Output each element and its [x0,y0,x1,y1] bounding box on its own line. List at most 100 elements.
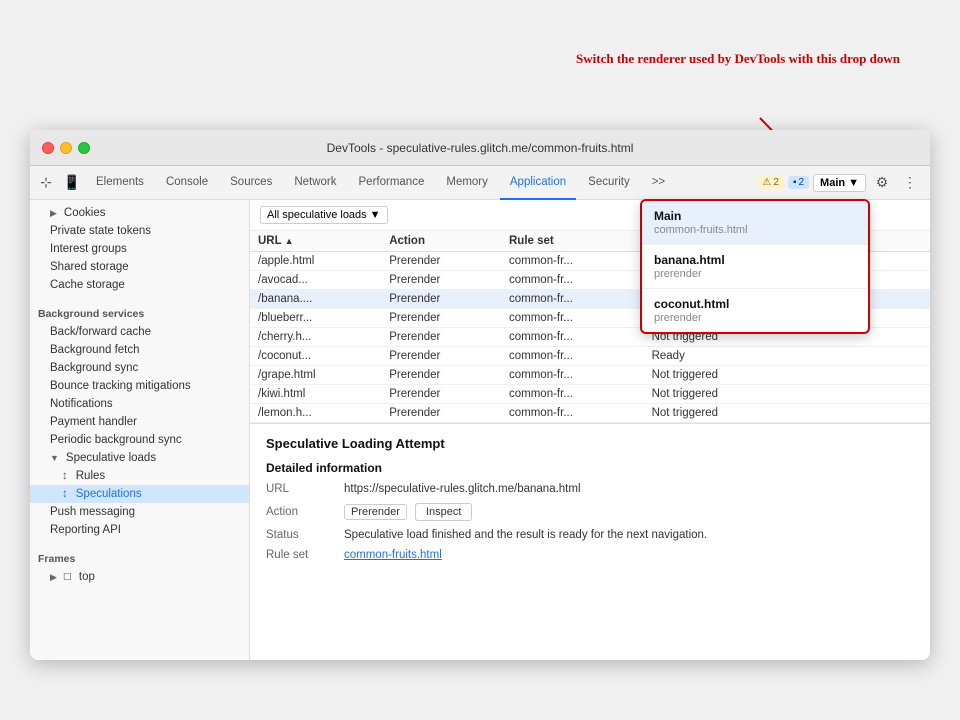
sidebar-item-notifications[interactable]: Notifications [30,395,249,413]
inspect-icon[interactable]: 📱 [60,171,84,195]
cell-action: Prerender [381,347,501,366]
sidebar-item-bg-fetch[interactable]: Background fetch [30,341,249,359]
sidebar-item-label: Background fetch [50,344,140,356]
action-value: Prerender [344,504,407,520]
sidebar-item-label: Speculative loads [66,452,156,464]
cell-action: Prerender [381,385,501,404]
tab-security[interactable]: Security [578,166,640,200]
table-row[interactable]: /coconut...Prerendercommon-fr...Ready [250,347,930,366]
sidebar-item-top-frame[interactable]: ▶ □ top [30,568,249,586]
sidebar-item-label: Reporting API [50,524,121,536]
sidebar-item-label: Cache storage [50,279,125,291]
error-badge[interactable]: ▪ 2 [788,176,809,189]
tab-sources[interactable]: Sources [220,166,282,200]
url-value: https://speculative-rules.glitch.me/bana… [344,483,581,495]
table-row[interactable]: /grape.htmlPrerendercommon-fr...Not trig… [250,366,930,385]
expand-arrow-icon: ▶ [50,208,57,219]
table-row[interactable]: /kiwi.htmlPrerendercommon-fr...Not trigg… [250,385,930,404]
settings-icon[interactable]: ⚙ [870,171,894,195]
sidebar-item-interest-groups[interactable]: Interest groups [30,240,249,258]
cell-status: Not triggered [644,404,930,423]
sidebar-item-payment-handler[interactable]: Payment handler [30,413,249,431]
window-title: DevTools - speculative-rules.glitch.me/c… [327,141,634,155]
sidebar-item-private-state-tokens[interactable]: Private state tokens [30,222,249,240]
sidebar-item-label: Back/forward cache [50,326,151,338]
renderer-dropdown[interactable]: Main ▼ [813,174,866,192]
speculations-icon: ↕ [62,488,68,500]
cell-status: Ready [644,347,930,366]
table-row[interactable]: /lemon.h...Prerendercommon-fr...Not trig… [250,404,930,423]
warning-badge[interactable]: ⚠ 2 [757,176,784,189]
detail-title: Speculative Loading Attempt [266,436,914,451]
sidebar-item-periodic-bg-sync[interactable]: Periodic background sync [30,431,249,449]
detail-row-url: URL https://speculative-rules.glitch.me/… [266,483,914,495]
tab-application[interactable]: Application [500,166,576,200]
renderer-popup-subtitle: common-fruits.html [654,224,856,236]
renderer-popup-item-main[interactable]: Main common-fruits.html [642,201,868,245]
sidebar-item-cookies[interactable]: ▶ Cookies [30,204,249,222]
cell-url: /grape.html [250,366,381,385]
sidebar: ▶ Cookies Private state tokens Interest … [30,200,250,660]
cursor-icon[interactable]: ⊹ [34,171,58,195]
cell-action: Prerender [381,404,501,423]
cell-action: Prerender [381,271,501,290]
browser-window: DevTools - speculative-rules.glitch.me/c… [30,130,930,660]
renderer-popup-item-banana[interactable]: banana.html prerender [642,245,868,289]
cell-action: Prerender [381,252,501,271]
cell-ruleset: common-fr... [501,309,644,328]
renderer-popup: Main common-fruits.html banana.html prer… [640,199,870,334]
detail-row-status: Status Speculative load finished and the… [266,529,914,541]
status-label: Status [266,529,336,541]
renderer-popup-item-coconut[interactable]: coconut.html prerender [642,289,868,332]
close-button[interactable] [42,142,54,154]
sidebar-item-label: Rules [76,470,105,482]
tab-memory[interactable]: Memory [436,166,498,200]
error-count: 2 [798,177,804,188]
sidebar-item-reporting-api[interactable]: Reporting API [30,521,249,539]
minimize-button[interactable] [60,142,72,154]
col-url[interactable]: URL ▲ [250,231,381,252]
background-services-section: Background services Back/forward cache B… [30,298,249,543]
maximize-button[interactable] [78,142,90,154]
sidebar-item-speculations[interactable]: ↕ Speculations [30,485,249,503]
tab-more[interactable]: >> [642,166,675,200]
cell-ruleset: common-fr... [501,328,644,347]
sidebar-item-label: Bounce tracking mitigations [50,380,191,392]
cell-status: Not triggered [644,385,930,404]
action-label: Action [266,506,336,518]
sidebar-item-bg-sync[interactable]: Background sync [30,359,249,377]
sidebar-item-bf-cache[interactable]: Back/forward cache [30,323,249,341]
filter-dropdown[interactable]: All speculative loads ▼ [260,206,388,224]
cell-url: /coconut... [250,347,381,366]
sidebar-item-cache-storage[interactable]: Cache storage [30,276,249,294]
tab-network[interactable]: Network [284,166,346,200]
col-action[interactable]: Action [381,231,501,252]
cell-ruleset: common-fr... [501,385,644,404]
tab-performance[interactable]: Performance [349,166,435,200]
ruleset-value[interactable]: common-fruits.html [344,549,442,561]
more-options-icon[interactable]: ⋮ [898,171,922,195]
expand-arrow-icon: ▼ [50,453,59,463]
sidebar-item-bounce-tracking[interactable]: Bounce tracking mitigations [30,377,249,395]
frames-section: Frames ▶ □ top [30,543,249,590]
sidebar-item-shared-storage[interactable]: Shared storage [30,258,249,276]
toolbar-right: ⚠ 2 ▪ 2 Main ▼ ⚙ ⋮ [757,171,926,195]
cell-url: /kiwi.html [250,385,381,404]
tab-elements[interactable]: Elements [86,166,154,200]
sidebar-item-push-messaging[interactable]: Push messaging [30,503,249,521]
tab-console[interactable]: Console [156,166,218,200]
sidebar-item-label: Interest groups [50,243,127,255]
sidebar-item-speculative-loads[interactable]: ▼ Speculative loads [30,449,249,467]
sidebar-item-label: Private state tokens [50,225,151,237]
rules-icon: ↕ [62,470,68,482]
renderer-popup-subtitle: prerender [654,312,856,324]
cell-url: /cherry.h... [250,328,381,347]
storage-section: ▶ Cookies Private state tokens Interest … [30,200,249,298]
sidebar-item-label: Speculations [76,488,142,500]
warning-count: 2 [773,177,779,188]
col-ruleset[interactable]: Rule set [501,231,644,252]
cell-ruleset: common-fr... [501,271,644,290]
inspect-button[interactable]: Inspect [415,503,472,521]
filter-arrow-icon: ▼ [370,209,381,221]
sidebar-item-rules[interactable]: ↕ Rules [30,467,249,485]
